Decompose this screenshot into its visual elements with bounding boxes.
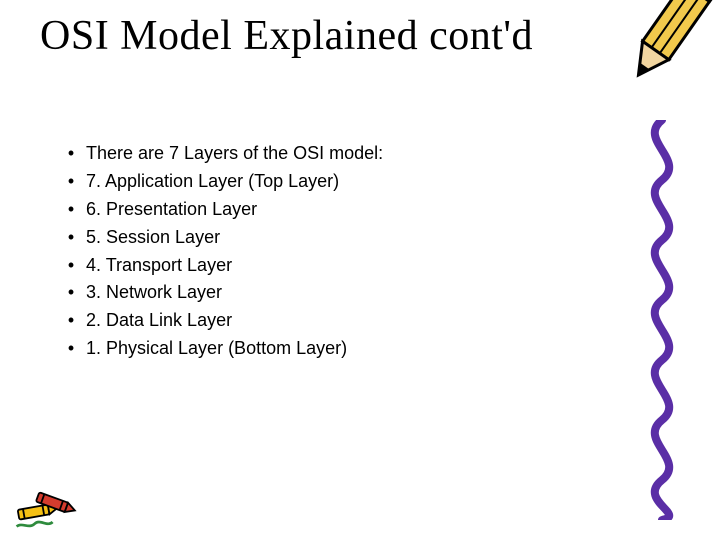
bullet-dot-icon: •	[62, 196, 80, 224]
list-item-text: 1. Physical Layer (Bottom Layer)	[80, 335, 347, 363]
list-item-text: 4. Transport Layer	[80, 252, 232, 280]
bullet-list: •There are 7 Layers of the OSI model: •7…	[62, 140, 622, 363]
bullet-dot-icon: •	[62, 140, 80, 168]
list-item-text: 3. Network Layer	[80, 279, 222, 307]
crayons-icon	[13, 474, 85, 534]
list-item: •2. Data Link Layer	[62, 307, 622, 335]
list-item-text: 2. Data Link Layer	[80, 307, 232, 335]
list-item-text: 7. Application Layer (Top Layer)	[80, 168, 339, 196]
list-item: •6. Presentation Layer	[62, 196, 622, 224]
list-item: •1. Physical Layer (Bottom Layer)	[62, 335, 622, 363]
bullet-dot-icon: •	[62, 224, 80, 252]
list-item: •7. Application Layer (Top Layer)	[62, 168, 622, 196]
bullet-dot-icon: •	[62, 168, 80, 196]
slide-title: OSI Model Explained cont'd	[40, 12, 533, 60]
bullet-dot-icon: •	[62, 252, 80, 280]
bullet-dot-icon: •	[62, 335, 80, 363]
list-item-text: 6. Presentation Layer	[80, 196, 257, 224]
list-item-text: 5. Session Layer	[80, 224, 220, 252]
bullet-dot-icon: •	[62, 279, 80, 307]
slide: OSI Model Explained cont'd •There are 7 …	[0, 0, 720, 540]
list-item: •4. Transport Layer	[62, 252, 622, 280]
pencil-icon	[610, 0, 720, 90]
slide-body: •There are 7 Layers of the OSI model: •7…	[62, 140, 622, 363]
list-item: •5. Session Layer	[62, 224, 622, 252]
list-item: •3. Network Layer	[62, 279, 622, 307]
list-item-text: There are 7 Layers of the OSI model:	[80, 140, 383, 168]
list-item: •There are 7 Layers of the OSI model:	[62, 140, 622, 168]
bullet-dot-icon: •	[62, 307, 80, 335]
squiggle-icon	[632, 120, 692, 520]
